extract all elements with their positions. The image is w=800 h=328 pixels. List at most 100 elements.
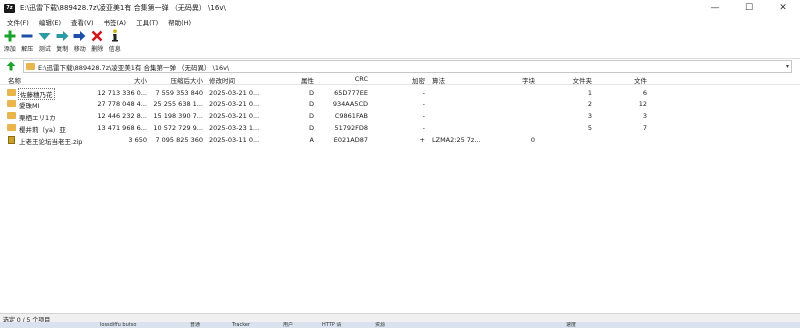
table-row[interactable]: 樱井莉（ya）亚 13 471 968 6... 10 572 729 9...… [0, 122, 800, 134]
extract-button[interactable]: 解压 [20, 28, 36, 56]
table-row[interactable]: 佐藤穗乃花 12 713 336 0... 7 559 353 840 2025… [0, 87, 800, 100]
file-folders: 3 [587, 112, 592, 120]
col-folders[interactable]: 文件夹 [555, 75, 593, 85]
info-label: 信息 [108, 46, 121, 53]
file-packed-size: 15 198 390 7... [153, 112, 203, 120]
file-size: 27 778 048 4... [97, 100, 147, 108]
file-folders: 5 [587, 124, 592, 132]
file-folders: 2 [587, 100, 592, 108]
file-crc: 65D777EE [334, 89, 368, 97]
col-files[interactable]: 文件 [610, 75, 647, 85]
menu-edit[interactable]: 编辑(E) [39, 17, 61, 27]
file-encrypted: - [422, 100, 425, 108]
menu-view[interactable]: 查看(V) [71, 17, 94, 27]
file-files: 6 [642, 89, 647, 97]
taskbar-item[interactable]: 资源 [375, 322, 385, 328]
file-name: 上老王论坛当老王.zip [19, 138, 83, 146]
test-button[interactable]: 测试 [37, 28, 53, 56]
file-size: 13 471 968 6... [97, 124, 147, 132]
move-button[interactable]: 移动 [72, 28, 88, 56]
taskbar-item[interactable]: 速度 [566, 322, 576, 328]
chevron-down-icon[interactable]: ▾ [786, 63, 789, 70]
file-size: 3 650 [128, 136, 147, 144]
file-crc: 934AA5CD [332, 100, 368, 108]
delete-label: 删除 [91, 46, 104, 53]
menu-file[interactable]: 文件(F) [7, 17, 29, 27]
folder-icon [7, 112, 16, 119]
file-packed-size: 25 255 638 1... [153, 100, 203, 108]
col-crc[interactable]: CRC [320, 75, 368, 83]
col-block[interactable]: 字块 [495, 75, 535, 85]
menu-help[interactable]: 帮助(H) [168, 17, 191, 27]
address-bar: E:\迅雷下载\889428.7z\凌亚美1有 合集第一弹 （无码異） \16v… [0, 58, 800, 74]
file-encrypted: + [419, 136, 425, 144]
folder-icon [26, 63, 35, 70]
file-folders: 1 [587, 89, 592, 97]
move-label: 移动 [73, 46, 86, 53]
close-button[interactable]: ✕ [766, 0, 800, 16]
col-size[interactable]: 大小 [100, 75, 147, 85]
col-method[interactable]: 算法 [432, 75, 445, 85]
add-icon [4, 28, 16, 43]
file-packed-size: 10 572 729 9... [153, 124, 203, 132]
file-name: 栗栖エリ1カ [19, 114, 56, 122]
path-text: E:\迅雷下载\889428.7z\凌亚美1有 合集第一弹 （无码異） \16v… [38, 63, 230, 72]
table-row[interactable]: 上老王论坛当老王.zip 3 650 7 095 825 360 2025-03… [0, 134, 800, 146]
menu-bookmarks[interactable]: 书签(A) [104, 17, 127, 27]
file-crc: 51792FD8 [334, 124, 368, 132]
file-encrypted: - [422, 124, 425, 132]
file-files: 3 [642, 112, 647, 120]
table-row[interactable]: 愛珠MI 27 778 048 4... 25 255 638 1... 202… [0, 98, 800, 110]
file-packed-size: 7 095 825 360 [155, 136, 203, 144]
col-attributes[interactable]: 属性 [280, 75, 314, 85]
info-icon [110, 28, 120, 43]
taskbar-item[interactable]: lossdiffu butso [100, 322, 136, 328]
test-label: 测试 [38, 46, 51, 53]
file-modified: 2025-03-21 0... [209, 89, 260, 97]
taskbar-item[interactable]: 普通 [190, 322, 200, 328]
path-input[interactable]: E:\迅雷下载\889428.7z\凌亚美1有 合集第一弹 （无码異） \16v… [23, 60, 792, 73]
extract-icon [21, 28, 33, 43]
file-attr: D [308, 124, 314, 132]
table-row[interactable]: 栗栖エリ1カ 12 446 232 8... 15 198 390 7... 2… [0, 110, 800, 122]
extract-label: 解压 [21, 46, 34, 53]
file-attr: D [308, 89, 314, 97]
col-encrypted[interactable]: 加密 [395, 75, 425, 85]
file-attr: D [308, 100, 314, 108]
copy-button[interactable]: 复制 [55, 28, 71, 56]
copy-label: 复制 [56, 46, 69, 53]
delete-button[interactable]: 删除 [90, 28, 106, 56]
taskbar-item[interactable]: HTTP 请 [322, 322, 341, 328]
file-files: 12 [638, 100, 647, 108]
taskbar-item[interactable]: Tracker [232, 322, 250, 328]
zip-file-icon [8, 136, 15, 144]
col-packed-size[interactable]: 压缩后大小 [150, 75, 204, 85]
file-size: 12 713 336 0... [97, 89, 147, 97]
app-7z-icon: 7z [4, 3, 15, 13]
file-packed-size: 7 559 353 840 [155, 89, 203, 97]
file-modified: 2025-03-23 1... [209, 124, 260, 132]
folder-icon [7, 124, 16, 131]
col-modified[interactable]: 修改时间 [209, 75, 235, 85]
file-modified: 2025-03-11 0... [209, 136, 260, 144]
info-button[interactable]: 信息 [107, 28, 123, 56]
file-method: LZMA2:25 7z... [432, 136, 481, 144]
column-header-row: 名称 大小 压缩后大小 修改时间 属性 CRC 加密 算法 字块 文件夹 文件 [0, 73, 800, 85]
minimize-button[interactable]: — [698, 0, 732, 16]
col-name[interactable]: 名称 [8, 75, 21, 85]
taskbar-item[interactable]: 用户 [283, 322, 293, 328]
maximize-button[interactable]: ☐ [732, 0, 766, 16]
file-list: 名称 大小 压缩后大小 修改时间 属性 CRC 加密 算法 字块 文件夹 文件 … [0, 73, 800, 313]
file-modified: 2025-03-21 0... [209, 100, 260, 108]
toolbar: 添加 解压 测试 复制 移动 删除 信息 [0, 28, 800, 56]
up-folder-icon[interactable] [6, 61, 16, 71]
menu-tools[interactable]: 工具(T) [136, 17, 158, 27]
move-icon [73, 28, 86, 43]
add-label: 添加 [3, 46, 16, 53]
file-name: 愛珠MI [19, 102, 40, 110]
add-button[interactable]: 添加 [2, 28, 18, 56]
file-encrypted: - [422, 112, 425, 120]
test-icon [38, 28, 51, 43]
file-crc: C9861FAB [334, 112, 368, 120]
title-bar: 7z E:\迅雷下载\889428.7z\凌亚美1有 合集第一弹 （无码異） \… [0, 0, 800, 16]
